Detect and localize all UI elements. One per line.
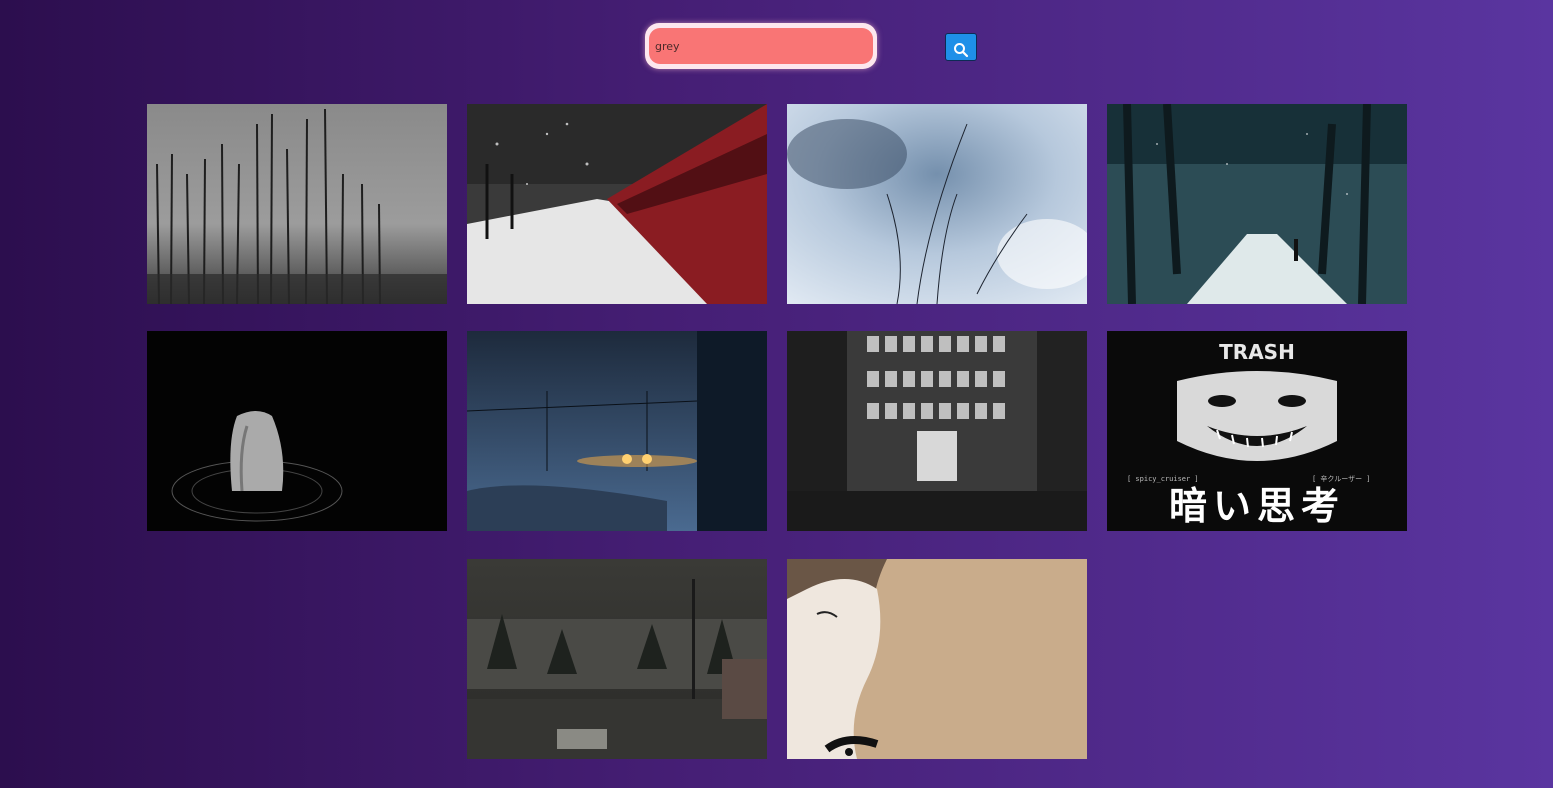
search-icon <box>954 42 969 57</box>
gallery-image-stone-water[interactable] <box>147 331 447 531</box>
art-logo: TRASH <box>1219 340 1295 364</box>
gallery-image-manga-art[interactable]: TRASH [ spicy_cruiser ] [ 辛クルーザー ] 暗い思考 <box>1107 331 1407 531</box>
art-right-tag: [ 辛クルーザー ] <box>1312 474 1371 483</box>
art-left-tag: [ spicy_cruiser ] <box>1127 475 1199 483</box>
search-button[interactable] <box>945 33 977 61</box>
gallery-image-night-train[interactable] <box>467 331 767 531</box>
gallery-image-lantern-street[interactable] <box>787 331 1087 531</box>
gallery-image-woman-profile[interactable] <box>787 559 1087 759</box>
gallery-image-snow-avenue[interactable] <box>1107 104 1407 304</box>
search-field-frame <box>645 23 877 69</box>
gallery-image-parking-lot[interactable] <box>467 559 767 759</box>
gallery-image-train-snow[interactable] <box>467 104 767 304</box>
art-title: 暗い思考 <box>1169 484 1345 528</box>
search-input[interactable] <box>649 28 873 64</box>
gallery-image-frost-plants[interactable] <box>787 104 1087 304</box>
gallery-image-forest[interactable] <box>147 104 447 304</box>
